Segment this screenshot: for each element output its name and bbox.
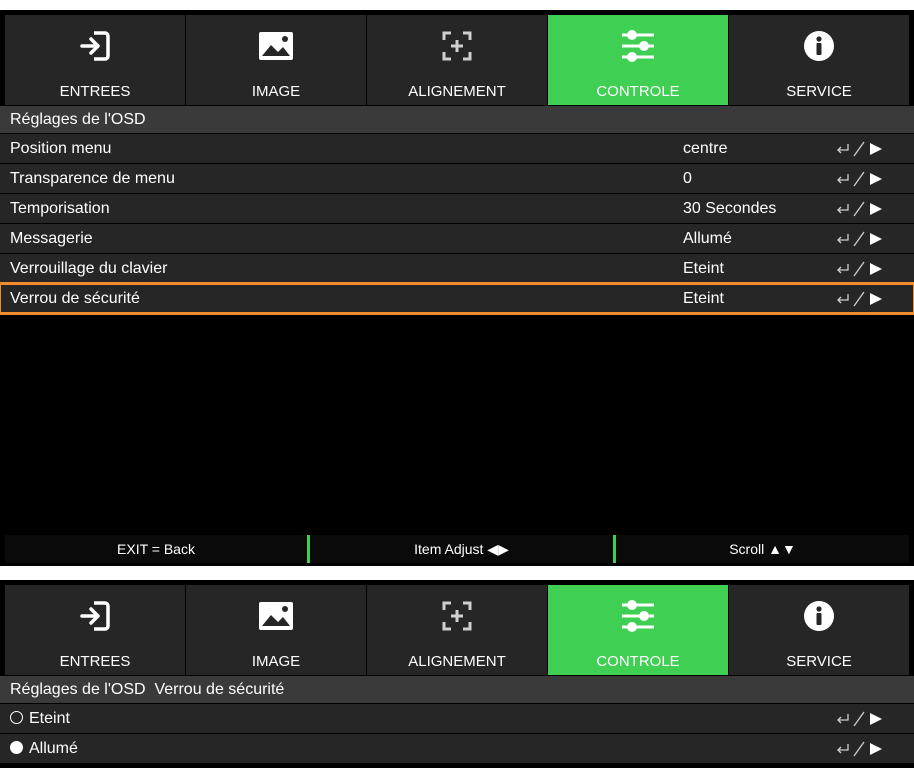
enter-arrow-icon[interactable] (834, 171, 888, 187)
info-icon (803, 23, 835, 69)
footer-exit-hint: EXIT = Back (117, 541, 195, 557)
tab-label: CONTROLE (596, 83, 680, 100)
tab-label: IMAGE (251, 653, 301, 670)
tab-service[interactable]: SERVICE (729, 15, 909, 105)
enter-arrow-icon[interactable] (834, 741, 888, 757)
row-value: Eteint (683, 289, 724, 307)
tab-image[interactable]: IMAGE (186, 585, 366, 675)
osd-submenu-panel: ENTREES IMAGE ALIGNEMENT CONTROLE SERVIC… (0, 580, 914, 768)
row-value: 30 Secondes (683, 199, 777, 217)
tab-controle[interactable]: CONTROLE (548, 15, 728, 105)
radio-unchecked-icon[interactable] (10, 710, 23, 724)
settings-list: Réglages de l'OSD Position menu centre T… (0, 106, 914, 315)
radio-checked-icon[interactable] (10, 740, 23, 754)
tab-label: SERVICE (786, 653, 852, 670)
tab-label: SERVICE (786, 83, 852, 100)
option-label: Allumé (29, 739, 78, 757)
footer-scroll-hint: Scroll ▲▼ (729, 541, 796, 557)
image-icon (258, 593, 294, 639)
section-title-text: Réglages de l'OSD (10, 110, 146, 128)
tab-label: ENTREES (59, 83, 131, 100)
breadcrumb: Réglages de l'OSD Verrou de sécurité (0, 676, 914, 703)
tab-entrees[interactable]: ENTREES (5, 585, 185, 675)
tab-label: IMAGE (251, 83, 301, 100)
option-row-allume[interactable]: Allumé (0, 734, 914, 763)
row-label: Position menu (10, 139, 112, 157)
menu-row-transparence[interactable]: Transparence de menu 0 (0, 164, 914, 193)
alignment-icon (441, 593, 473, 639)
tab-service[interactable]: SERVICE (729, 585, 909, 675)
enter-arrow-icon[interactable] (834, 201, 888, 217)
tab-bar: ENTREES IMAGE ALIGNEMENT CONTROLE SERVIC… (5, 15, 909, 105)
help-footer: EXIT = Back Item Adjust ◀▶ Scroll ▲▼ (5, 535, 909, 563)
tab-entrees[interactable]: ENTREES (5, 15, 185, 105)
breadcrumb-text: Réglages de l'OSD Verrou de sécurité (10, 680, 285, 698)
tab-label: ENTREES (59, 653, 131, 670)
menu-row-temporisation[interactable]: Temporisation 30 Secondes (0, 194, 914, 223)
option-label: Eteint (29, 709, 70, 727)
tab-label: ALIGNEMENT (408, 83, 506, 100)
option-label-wrap: Allumé (10, 740, 78, 758)
submenu-list: Réglages de l'OSD Verrou de sécurité Ete… (0, 676, 914, 763)
menu-row-position-menu[interactable]: Position menu centre (0, 134, 914, 163)
option-row-eteint[interactable]: Eteint (0, 704, 914, 733)
input-icon (78, 23, 112, 69)
row-label: Verrou de sécurité (10, 289, 140, 307)
tab-alignement[interactable]: ALIGNEMENT (367, 15, 547, 105)
option-label-wrap: Eteint (10, 710, 70, 728)
row-label: Verrouillage du clavier (10, 259, 168, 277)
tab-image[interactable]: IMAGE (186, 15, 366, 105)
enter-arrow-icon[interactable] (834, 711, 888, 727)
osd-menu-panel: ENTREES IMAGE ALIGNEMENT CONTROLE SERVIC… (0, 10, 914, 566)
row-value: Eteint (683, 259, 724, 277)
tab-controle[interactable]: CONTROLE (548, 585, 728, 675)
tab-alignement[interactable]: ALIGNEMENT (367, 585, 547, 675)
menu-row-verrou-securite[interactable]: Verrou de sécurité Eteint (0, 282, 914, 315)
section-title: Réglages de l'OSD (0, 106, 914, 133)
row-value: Allumé (683, 229, 732, 247)
menu-row-verrouillage-clavier[interactable]: Verrouillage du clavier Eteint (0, 254, 914, 283)
enter-arrow-icon[interactable] (834, 261, 888, 277)
menu-row-messagerie[interactable]: Messagerie Allumé (0, 224, 914, 253)
tab-label: ALIGNEMENT (408, 653, 506, 670)
row-label: Messagerie (10, 229, 93, 247)
row-value: centre (683, 139, 728, 157)
row-label: Transparence de menu (10, 169, 175, 187)
sliders-icon (620, 593, 656, 639)
row-label: Temporisation (10, 199, 110, 217)
footer-adjust-hint: Item Adjust ◀▶ (414, 540, 509, 557)
info-icon (803, 593, 835, 639)
input-icon (78, 593, 112, 639)
tab-label: CONTROLE (596, 653, 680, 670)
sliders-icon (620, 23, 656, 69)
enter-arrow-icon[interactable] (834, 231, 888, 247)
row-value: 0 (683, 169, 692, 187)
enter-arrow-icon[interactable] (834, 141, 888, 157)
enter-arrow-icon[interactable] (834, 291, 888, 307)
image-icon (258, 23, 294, 69)
alignment-icon (441, 23, 473, 69)
tab-bar: ENTREES IMAGE ALIGNEMENT CONTROLE SERVIC… (5, 585, 909, 675)
